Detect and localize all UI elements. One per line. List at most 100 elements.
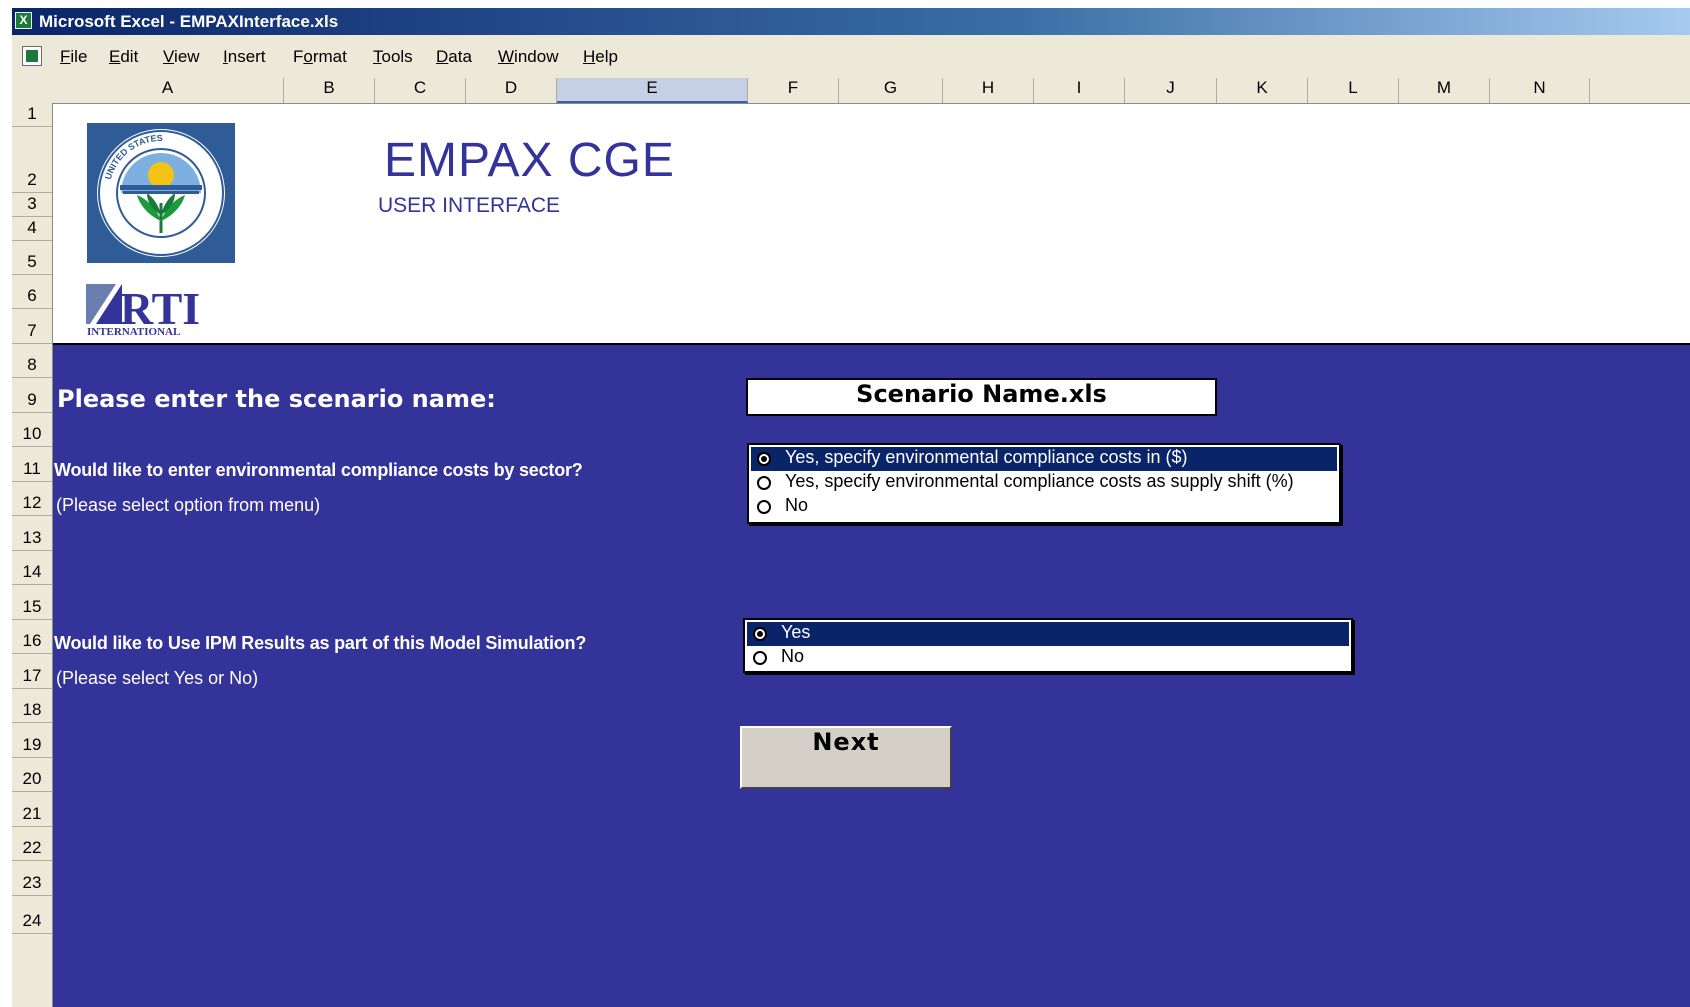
column-headers: ABCDEFGHIJKLMN: [12, 78, 1690, 104]
menu-label-part: ata: [448, 47, 472, 66]
ipm-results-option[interactable]: Yes: [747, 622, 1349, 646]
row-header-23[interactable]: 23: [12, 861, 52, 896]
epa-seal-logo: UNITED STATES: [87, 123, 235, 263]
menu-accelerator-key: T: [373, 47, 382, 66]
menu-label-part: elp: [595, 47, 618, 66]
menu-accelerator-key: V: [163, 47, 175, 66]
menu-file[interactable]: File: [60, 47, 87, 67]
row-header-16[interactable]: 16: [12, 620, 52, 654]
radio-button-icon[interactable]: [757, 452, 771, 466]
menu-accelerator-key: o: [303, 47, 313, 66]
compliance-costs-option[interactable]: No: [751, 495, 1337, 519]
row-header-17[interactable]: 17: [12, 654, 52, 689]
row-header-4[interactable]: 4: [12, 217, 52, 241]
rti-subtext: INTERNATIONAL: [87, 326, 180, 338]
app-subtitle: USER INTERFACE: [378, 194, 561, 217]
radio-button-icon[interactable]: [753, 651, 767, 665]
compliance-costs-option[interactable]: Yes, specify environmental compliance co…: [751, 471, 1337, 495]
scenario-prompt-label: Please enter the scenario name:: [57, 385, 496, 413]
row-header-15[interactable]: 15: [12, 585, 52, 620]
excel-app-icon[interactable]: X: [15, 12, 32, 29]
column-header-g[interactable]: G: [839, 78, 943, 103]
row-header-19[interactable]: 19: [12, 723, 52, 758]
menu-bar: File Edit View Insert Format Tools Data Window H…: [12, 35, 1690, 79]
row-header-3[interactable]: 3: [12, 193, 52, 217]
row-header-14[interactable]: 14: [12, 551, 52, 585]
column-header-l[interactable]: L: [1308, 78, 1399, 103]
column-header-b[interactable]: B: [284, 78, 375, 103]
ipm-results-listbox[interactable]: Yes No: [743, 618, 1353, 673]
menu-label-part: rmat: [312, 47, 347, 66]
column-header-d[interactable]: D: [466, 78, 557, 103]
row-header-12[interactable]: 12: [12, 482, 52, 516]
column-header-f[interactable]: F: [748, 78, 839, 103]
column-header-j[interactable]: J: [1125, 78, 1217, 103]
row-header-10[interactable]: 10: [12, 413, 52, 447]
radio-button-icon[interactable]: [753, 627, 767, 641]
radio-button-icon[interactable]: [757, 476, 771, 490]
menu-label-part: iew: [174, 47, 200, 66]
compliance-costs-option-label: No: [785, 495, 809, 515]
column-header-h[interactable]: H: [943, 78, 1034, 103]
scenario-name-field[interactable]: Scenario Name.xls: [746, 378, 1217, 416]
next-button[interactable]: Next: [740, 726, 952, 789]
row-header-21[interactable]: 21: [12, 792, 52, 827]
menu-edit[interactable]: Edit: [109, 47, 138, 67]
menu-window[interactable]: Window: [498, 47, 558, 67]
workbook-icon[interactable]: [22, 46, 42, 66]
menu-accelerator-key: E: [109, 47, 121, 66]
window-title: Microsoft Excel - EMPAXInterface.xls: [39, 12, 339, 31]
compliance-costs-option-label: Yes, specify environmental compliance co…: [785, 447, 1188, 467]
ipm-results-option-label: Yes: [781, 622, 811, 642]
menu-label-part: ile: [70, 47, 88, 66]
menu-insert[interactable]: Insert: [223, 47, 266, 67]
row-header-22[interactable]: 22: [12, 827, 52, 861]
menu-label-part: F: [293, 47, 304, 66]
row-header-5[interactable]: 5: [12, 241, 52, 275]
row-header-7[interactable]: 7: [12, 309, 52, 344]
column-header-e[interactable]: E: [557, 78, 748, 103]
row-header-11[interactable]: 11: [12, 447, 52, 482]
ipm-results-option-label: No: [781, 646, 805, 666]
column-header-a[interactable]: A: [52, 78, 284, 103]
compliance-costs-hint: (Please select option from menu): [56, 495, 321, 515]
menu-label-part: ools: [381, 47, 413, 66]
row-header-20[interactable]: 20: [12, 758, 52, 792]
ipm-results-question: Would like to Use IPM Results as part of…: [54, 633, 587, 653]
column-header-n[interactable]: N: [1490, 78, 1590, 103]
compliance-costs-option[interactable]: Yes, specify environmental compliance co…: [751, 447, 1337, 471]
menu-accelerator-key: H: [583, 47, 596, 66]
row-header-1[interactable]: 1: [12, 103, 52, 127]
menu-format[interactable]: Format: [293, 47, 347, 67]
menu-data[interactable]: Data: [436, 47, 472, 67]
compliance-costs-question: Would like to enter environmental compli…: [54, 460, 583, 480]
title-bar: X Microsoft Excel - EMPAXInterface.xls: [12, 8, 1690, 35]
menu-accelerator-key: F: [60, 47, 71, 66]
row-header-8[interactable]: 8: [12, 344, 52, 378]
column-header-m[interactable]: M: [1399, 78, 1490, 103]
ipm-results-hint: (Please select Yes or No): [56, 668, 259, 688]
ipm-results-option[interactable]: No: [747, 646, 1349, 670]
rti-international-logo: RTI INTERNATIONAL: [86, 280, 216, 338]
column-header-k[interactable]: K: [1217, 78, 1308, 103]
row-header-2[interactable]: 2: [12, 127, 52, 193]
column-header-c[interactable]: C: [375, 78, 466, 103]
row-header-13[interactable]: 13: [12, 516, 52, 551]
column-header-i[interactable]: I: [1034, 78, 1125, 103]
row-header-6[interactable]: 6: [12, 275, 52, 309]
menu-label-part: nsert: [227, 47, 266, 66]
menu-label-part: indow: [514, 47, 559, 66]
sheet-header-area: [53, 104, 1690, 343]
menu-tools[interactable]: Tools: [373, 47, 413, 67]
menu-accelerator-key: W: [498, 47, 515, 66]
row-header-24[interactable]: 24: [12, 896, 52, 934]
row-header-9[interactable]: 9: [12, 378, 52, 413]
menu-help[interactable]: Help: [583, 47, 618, 67]
menu-view[interactable]: View: [163, 47, 200, 67]
menu-accelerator-key: D: [436, 47, 449, 66]
compliance-costs-listbox[interactable]: Yes, specify environmental compliance co…: [747, 443, 1341, 524]
row-header-18[interactable]: 18: [12, 689, 52, 723]
app-title: EMPAX CGE: [384, 134, 675, 187]
radio-button-icon[interactable]: [757, 500, 771, 514]
row-headers: 1 2 3 4 5 6 7 8 9 10 11 12 13 14 15 16 17 18 19 20 21 22 23 24: [12, 103, 53, 1007]
